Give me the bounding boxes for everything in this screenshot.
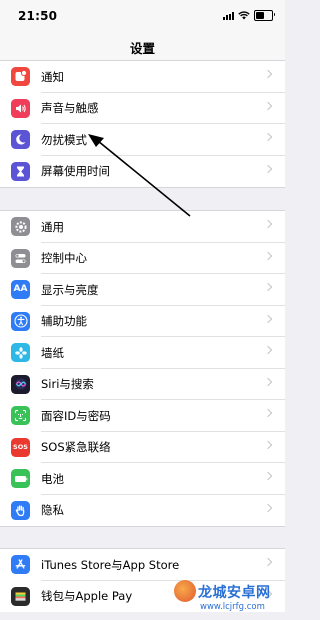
settings-row-wallpaper[interactable]: 墙纸	[0, 337, 285, 369]
settings-row-sounds-haptics[interactable]: 声音与触感	[0, 93, 285, 124]
speaker-icon	[11, 98, 30, 118]
settings-row-label: 显示与亮度	[41, 282, 99, 297]
chevron-right-icon	[263, 282, 273, 292]
settings-row-general[interactable]: 通用	[0, 211, 285, 243]
navigation-bar: 设置	[0, 32, 285, 61]
settings-row-privacy[interactable]: 隐私	[0, 495, 285, 527]
wifi-icon	[238, 11, 250, 20]
chevron-right-icon	[263, 132, 273, 142]
display-icon: AA	[11, 280, 30, 299]
face-id-icon	[11, 406, 30, 425]
settings-row-label: Siri与搜索	[41, 377, 94, 392]
chevron-right-icon	[263, 377, 273, 386]
settings-row-label: 勿扰模式	[41, 132, 87, 147]
status-icons	[223, 10, 275, 21]
battery-icon	[11, 469, 30, 488]
settings-row-label: 隐私	[41, 503, 64, 518]
siri-icon	[11, 374, 30, 394]
wallpaper-icon	[11, 343, 30, 362]
settings-row-do-not-disturb[interactable]: 勿扰模式	[0, 124, 285, 156]
status-time: 21:50	[18, 9, 58, 23]
settings-row-label: 钱包与Apple Pay	[41, 589, 133, 604]
settings-row-label: SOS紧急联络	[41, 440, 111, 455]
settings-row-control-center[interactable]: 控制中心	[0, 243, 285, 274]
watermark-url: www.lcjrfg.com	[200, 602, 265, 612]
settings-row-label: 屏幕使用时间	[41, 164, 110, 179]
wallet-icon	[11, 586, 30, 606]
chevron-right-icon	[263, 345, 273, 355]
settings-row-screen-time[interactable]: 屏幕使用时间	[0, 156, 285, 188]
hourglass-icon	[11, 161, 30, 181]
settings-row-display-brightness[interactable]: AA 显示与亮度	[0, 274, 285, 306]
sos-icon: SOS	[11, 437, 30, 457]
settings-row-emergency-sos[interactable]: SOS SOS紧急联络	[0, 432, 285, 463]
settings-row-label: 控制中心	[41, 251, 87, 266]
settings-row-label: 声音与触感	[41, 101, 99, 116]
settings-row-accessibility[interactable]: 辅助功能	[0, 306, 285, 337]
settings-group-1: 通知 声音与触感 勿扰模式 屏幕使用时间	[0, 60, 285, 188]
chevron-right-icon	[263, 557, 273, 567]
moon-icon	[11, 130, 30, 149]
chevron-right-icon	[263, 164, 273, 173]
watermark: 龙城安卓网 www.lcjrfg.com	[174, 580, 285, 620]
chevron-right-icon	[263, 440, 273, 449]
accessibility-icon	[11, 311, 30, 331]
watermark-logo-icon	[174, 580, 196, 602]
battery-status-icon	[254, 10, 275, 21]
chevron-right-icon	[263, 503, 273, 512]
chevron-right-icon	[263, 314, 273, 323]
settings-row-label: 墙纸	[41, 345, 64, 360]
status-bar: 21:50	[0, 0, 285, 32]
settings-row-battery[interactable]: 电池	[0, 463, 285, 495]
page-title: 设置	[129, 41, 155, 56]
settings-row-label: 辅助功能	[41, 314, 87, 329]
chevron-right-icon	[263, 408, 273, 418]
settings-row-notifications[interactable]: 通知	[0, 61, 285, 93]
settings-row-itunes-app-store[interactable]: iTunes Store与App Store	[0, 549, 285, 581]
chevron-right-icon	[263, 251, 273, 260]
settings-row-label: 电池	[41, 471, 64, 486]
chevron-right-icon	[263, 471, 273, 481]
notifications-icon	[11, 67, 30, 86]
settings-row-label: iTunes Store与App Store	[41, 557, 180, 572]
cellular-signal-icon	[223, 11, 234, 20]
chevron-right-icon	[263, 101, 273, 110]
control-center-icon	[11, 248, 30, 268]
settings-row-face-id-passcode[interactable]: 面容ID与密码	[0, 400, 285, 432]
chevron-right-icon	[263, 69, 273, 79]
settings-row-label: 通知	[41, 69, 64, 84]
watermark-title: 龙城安卓网	[198, 585, 271, 601]
chevron-right-icon	[263, 219, 273, 229]
hand-icon	[11, 500, 30, 520]
settings-row-label: 通用	[41, 219, 64, 234]
gear-icon	[11, 217, 30, 236]
settings-row-label: 面容ID与密码	[41, 408, 111, 423]
settings-row-siri-search[interactable]: Siri与搜索	[0, 369, 285, 400]
settings-group-2: 通用 控制中心 AA 显示与亮度 辅助功能 墙纸 Siri与搜索 面容ID与密码…	[0, 210, 285, 527]
app-store-icon	[11, 555, 30, 574]
